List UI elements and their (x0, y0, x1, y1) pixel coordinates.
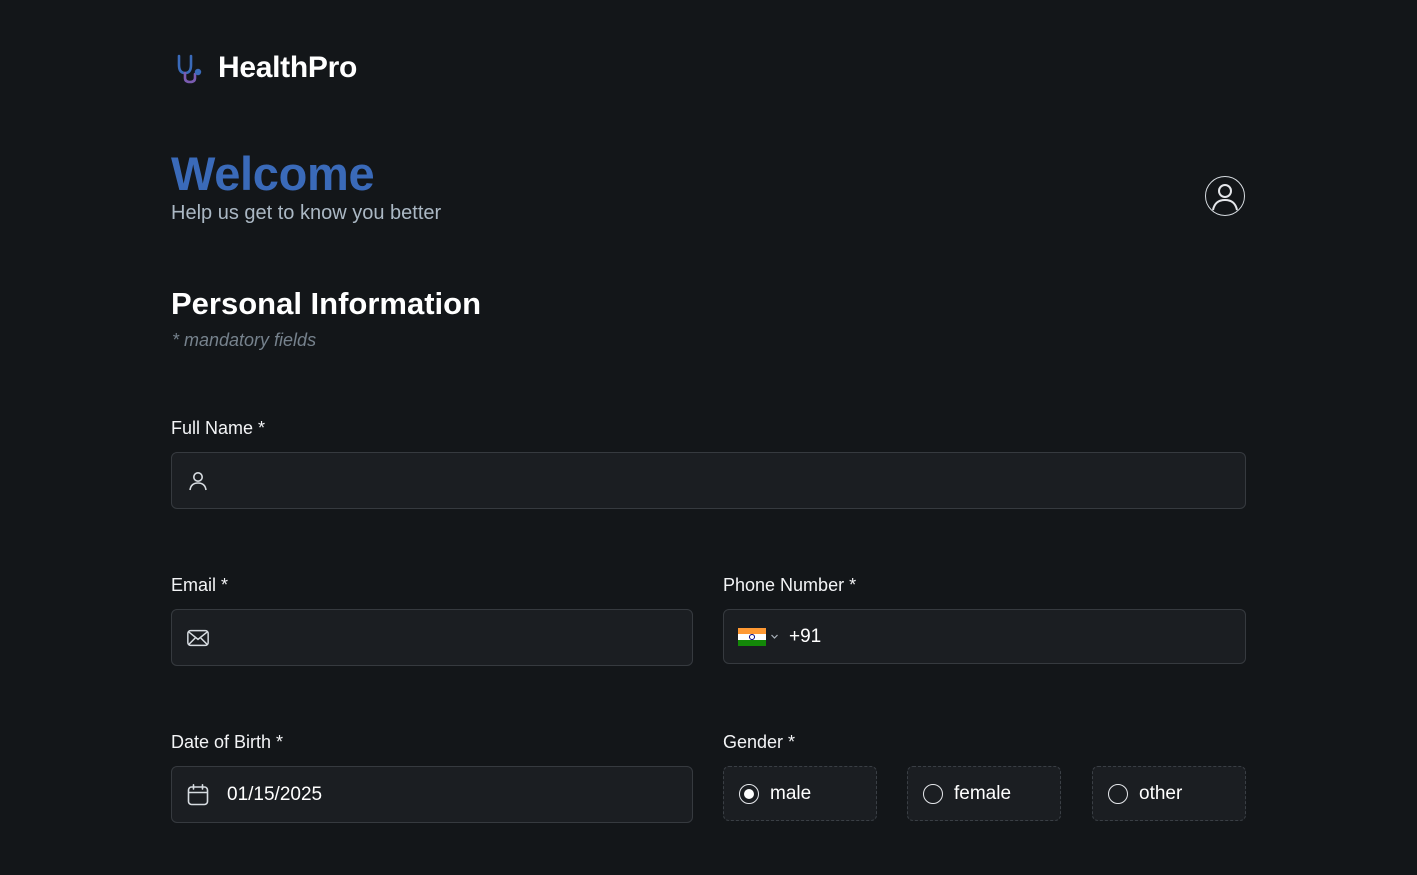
calendar-icon (186, 783, 210, 807)
gender-label: Gender * (723, 732, 796, 752)
radio-other[interactable] (1108, 783, 1128, 804)
section-title: Personal Information (171, 286, 482, 321)
country-select[interactable] (738, 627, 779, 646)
india-flag-icon (738, 627, 766, 646)
full-name-input[interactable] (226, 453, 1245, 508)
phone-country-code: +91 (789, 625, 822, 647)
mail-icon (186, 626, 210, 650)
chevron-down-icon (771, 634, 778, 639)
welcome-subtitle: Help us get to know you better (171, 202, 442, 224)
radio-female[interactable] (923, 783, 943, 804)
stethoscope-logo-icon (177, 54, 202, 84)
email-label: Email * (171, 575, 229, 595)
email-field[interactable] (171, 609, 693, 666)
profile-button[interactable] (1205, 176, 1245, 216)
brand-name: HealthPro (218, 51, 357, 84)
email-input[interactable] (226, 610, 692, 665)
onboarding-form-page: HealthPro Welcome Help us get to know yo… (171, 0, 1246, 875)
phone-field[interactable]: +91 (723, 609, 1246, 664)
gender-option-female[interactable]: female (907, 766, 1061, 821)
user-avatar-icon (1212, 184, 1238, 211)
radio-male[interactable] (739, 783, 759, 804)
welcome-title: Welcome (171, 147, 375, 200)
gender-option-male[interactable]: male (723, 766, 877, 821)
phone-label: Phone Number * (723, 575, 857, 595)
full-name-label: Full Name * (171, 418, 266, 438)
dob-label: Date of Birth * (171, 732, 284, 752)
brand: HealthPro (174, 51, 357, 84)
dob-value: 01/15/2025 (227, 783, 323, 805)
gender-option-label: female (954, 782, 1012, 804)
user-icon (186, 469, 210, 493)
mandatory-note: * mandatory fields (172, 330, 317, 350)
gender-option-label: other (1139, 782, 1183, 804)
full-name-field[interactable] (171, 452, 1246, 509)
gender-option-label: male (770, 782, 812, 804)
dob-field[interactable]: 01/15/2025 (171, 766, 693, 823)
gender-option-other[interactable]: other (1092, 766, 1246, 821)
